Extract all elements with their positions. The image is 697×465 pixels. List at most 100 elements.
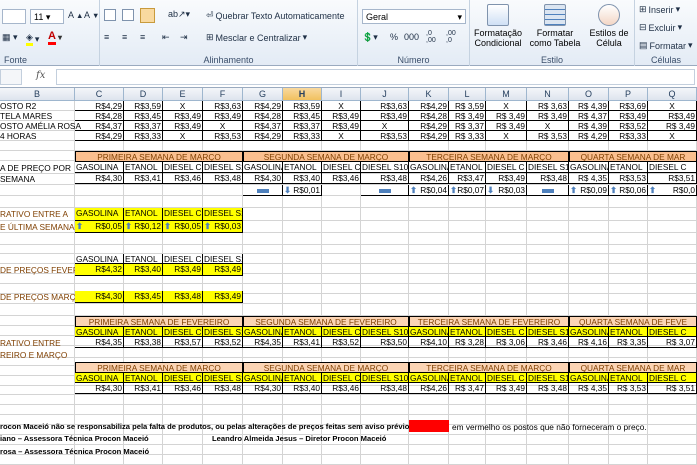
- grid-cell[interactable]: [361, 208, 409, 221]
- grid-cell[interactable]: [75, 141, 124, 151]
- grid-cell[interactable]: [409, 445, 449, 455]
- grid-cell[interactable]: [163, 141, 203, 151]
- grid-cell[interactable]: [322, 141, 361, 151]
- grid-cell[interactable]: [322, 254, 361, 264]
- grid-cell[interactable]: [124, 395, 163, 405]
- grid-cell[interactable]: [527, 141, 569, 151]
- grid-cell[interactable]: [124, 233, 163, 245]
- grid-cell[interactable]: [648, 245, 697, 254]
- grid-cell[interactable]: [163, 445, 203, 455]
- grid-cell[interactable]: [283, 208, 322, 221]
- grid-cell[interactable]: [203, 196, 243, 208]
- grid-cell[interactable]: [527, 435, 569, 445]
- decrease-decimal-button[interactable]: ,00 ,0: [446, 30, 456, 44]
- grid-cell[interactable]: [243, 445, 283, 455]
- column-header-e[interactable]: E: [163, 88, 203, 101]
- grid-cell[interactable]: [322, 395, 361, 405]
- grid-cell[interactable]: [569, 294, 609, 304]
- grid-cell[interactable]: [527, 208, 569, 221]
- grid-cell[interactable]: [361, 141, 409, 151]
- grid-cell[interactable]: [527, 264, 569, 274]
- grid-cell[interactable]: [243, 395, 283, 405]
- grid-cell[interactable]: [409, 141, 449, 151]
- grid-cell[interactable]: [283, 294, 322, 304]
- grid-cell[interactable]: [648, 304, 697, 316]
- percent-button[interactable]: %: [390, 32, 398, 42]
- grid-cell[interactable]: [163, 245, 203, 254]
- grid-cell[interactable]: [486, 445, 527, 455]
- grid-cell[interactable]: [486, 294, 527, 304]
- insert-button[interactable]: ⊞ Inserir ▾: [639, 4, 680, 15]
- grid-cell[interactable]: [527, 455, 569, 465]
- grid-cell[interactable]: [449, 141, 486, 151]
- grid-cell[interactable]: [527, 196, 569, 208]
- grid-cell[interactable]: [648, 455, 697, 465]
- grid-cell[interactable]: [322, 284, 361, 294]
- grid-cell[interactable]: [283, 405, 322, 415]
- grid-cell[interactable]: [569, 304, 609, 316]
- grid-cell[interactable]: [0, 185, 75, 196]
- grid-cell[interactable]: [0, 405, 75, 415]
- grid-cell[interactable]: [203, 304, 243, 316]
- grid-cell[interactable]: [322, 405, 361, 415]
- grid-cell[interactable]: [203, 455, 243, 465]
- column-header-o[interactable]: O: [569, 88, 609, 101]
- grid-cell[interactable]: [361, 405, 409, 415]
- grid-cell[interactable]: [449, 264, 486, 274]
- grid-cell[interactable]: [648, 141, 697, 151]
- grid-cell[interactable]: [648, 208, 697, 221]
- grid-cell[interactable]: [486, 395, 527, 405]
- grid-cell[interactable]: [449, 395, 486, 405]
- column-header-i[interactable]: I: [322, 88, 361, 101]
- grid-cell[interactable]: [486, 455, 527, 465]
- grid-cell[interactable]: [609, 141, 648, 151]
- grid-cell[interactable]: [569, 284, 609, 294]
- grid-cell[interactable]: [648, 196, 697, 208]
- grid-cell[interactable]: [163, 185, 203, 196]
- font-size-combo[interactable]: 11 ▾: [30, 9, 64, 24]
- grid-cell[interactable]: [0, 366, 75, 376]
- conditional-format-button[interactable]: Formatação Condicional: [472, 4, 524, 48]
- grid-cell[interactable]: [75, 304, 124, 316]
- column-header-k[interactable]: K: [409, 88, 449, 101]
- grid-cell[interactable]: [609, 445, 648, 455]
- grid-cell[interactable]: [409, 264, 449, 274]
- grid-cell[interactable]: [648, 221, 697, 233]
- number-format-combo[interactable]: Geral ▾: [362, 9, 466, 24]
- grid-cell[interactable]: [322, 274, 361, 284]
- grid-cell[interactable]: [243, 284, 283, 294]
- grid-cell[interactable]: [361, 245, 409, 254]
- column-header-g[interactable]: G: [243, 88, 283, 101]
- grid-cell[interactable]: [569, 455, 609, 465]
- formula-input[interactable]: [56, 69, 695, 85]
- grid-cell[interactable]: [409, 284, 449, 294]
- grid-cell[interactable]: [203, 395, 243, 405]
- orientation-icon[interactable]: ab↗▾: [168, 9, 190, 20]
- grid-cell[interactable]: [283, 445, 322, 455]
- grid-cell[interactable]: [409, 245, 449, 254]
- grid-cell[interactable]: [203, 233, 243, 245]
- grid-cell[interactable]: [361, 284, 409, 294]
- align-bottom-icon[interactable]: [140, 8, 155, 23]
- grid-cell[interactable]: [0, 316, 75, 326]
- grid-cell[interactable]: [449, 445, 486, 455]
- grid-cell[interactable]: [648, 274, 697, 284]
- grid-cell[interactable]: [283, 233, 322, 245]
- grid-cell[interactable]: [322, 208, 361, 221]
- grid-cell[interactable]: [0, 151, 75, 161]
- grid-cell[interactable]: [409, 254, 449, 264]
- align-left-icon[interactable]: ≡: [104, 32, 109, 42]
- grid-cell[interactable]: [486, 274, 527, 284]
- grid-cell[interactable]: [486, 405, 527, 415]
- column-header-m[interactable]: M: [486, 88, 527, 101]
- grid-cell[interactable]: [609, 405, 648, 415]
- grid-cell[interactable]: [361, 264, 409, 274]
- grid-cell[interactable]: [486, 245, 527, 254]
- grid-cell[interactable]: [203, 445, 243, 455]
- grid-cell[interactable]: [361, 395, 409, 405]
- grid-cell[interactable]: [203, 405, 243, 415]
- cell-styles-button[interactable]: Estilos de Célula: [584, 4, 634, 48]
- grid-cell[interactable]: [609, 196, 648, 208]
- grid-cell[interactable]: [527, 445, 569, 455]
- grid-cell[interactable]: [322, 304, 361, 316]
